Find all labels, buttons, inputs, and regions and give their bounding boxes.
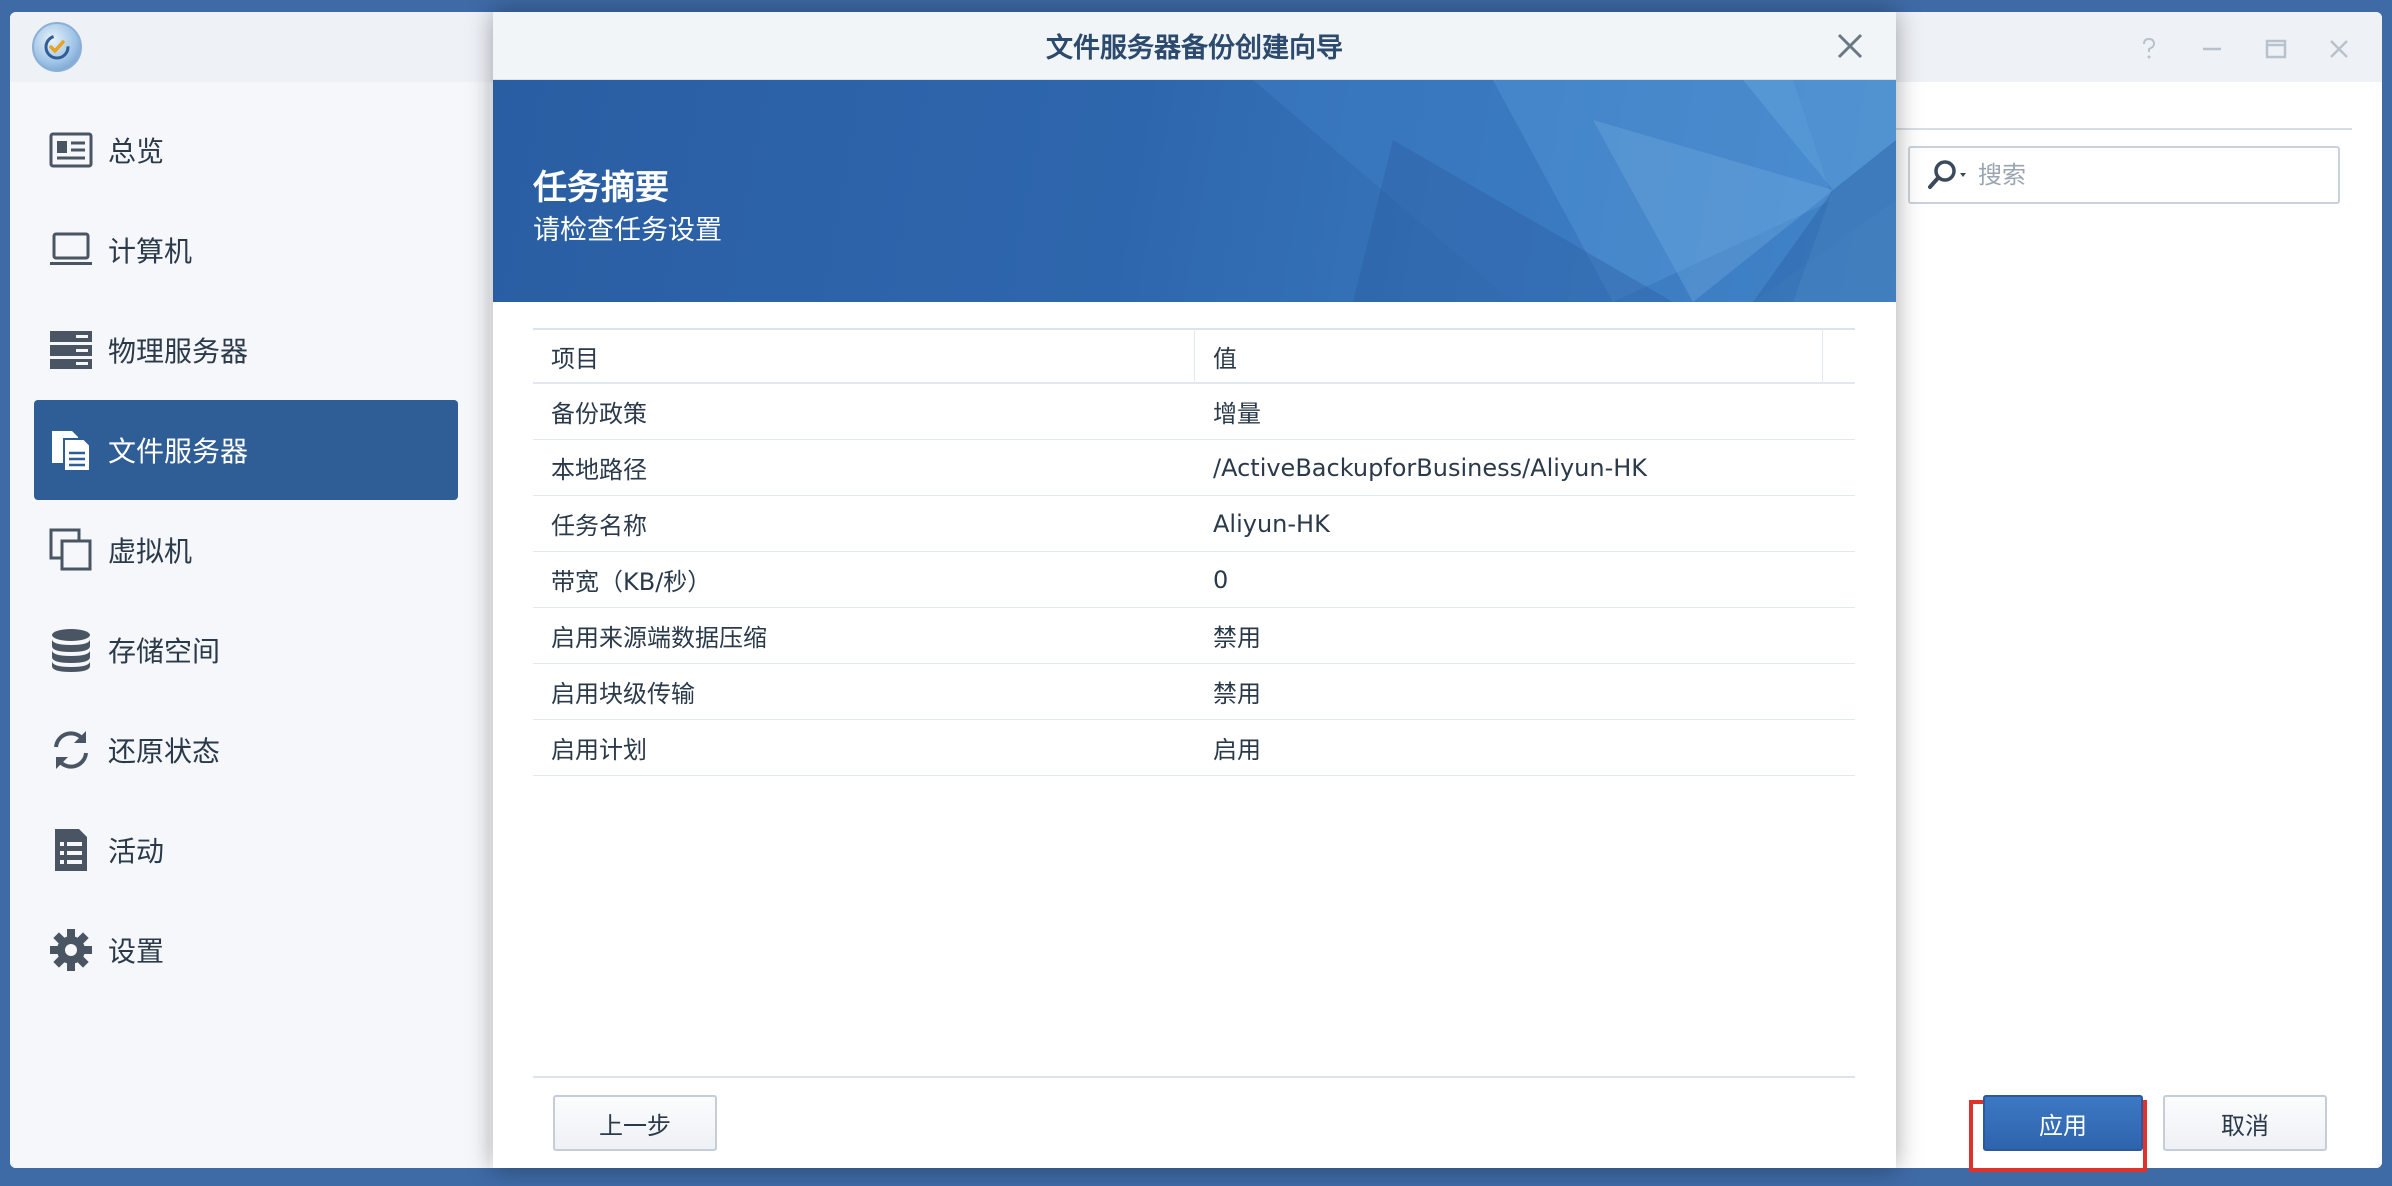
row-value: 0 (1213, 565, 1229, 594)
sidebar-item-storage[interactable]: 存储空间 (34, 600, 458, 700)
row-value: 禁用 (1213, 624, 1261, 652)
maximize-icon[interactable] (2261, 34, 2291, 64)
server-icon (46, 325, 96, 375)
row-value: 启用 (1213, 736, 1261, 764)
dialog-title: 文件服务器备份创建向导 (1046, 33, 1343, 64)
dialog-titlebar: 文件服务器备份创建向导 (493, 12, 1896, 80)
sidebar-item-activity[interactable]: 活动 (34, 800, 458, 900)
table-row[interactable]: 启用块级传输 禁用 (533, 664, 1855, 720)
sidebar-item-virtual-machine[interactable]: 虚拟机 (34, 500, 458, 600)
virtual-machine-icon (46, 525, 96, 575)
row-item: 启用块级传输 (551, 680, 695, 708)
column-header-item[interactable]: 项目 (533, 330, 1195, 382)
row-item: 启用计划 (551, 736, 647, 764)
row-value: 禁用 (1213, 680, 1261, 708)
sidebar-item-restore-status[interactable]: 还原状态 (34, 700, 458, 800)
overview-icon (46, 125, 96, 175)
sidebar-item-label: 存储空间 (108, 635, 221, 668)
laptop-icon (46, 225, 96, 275)
sidebar-item-label: 物理服务器 (108, 335, 249, 368)
row-value: /ActiveBackupforBusiness/Aliyun-HK (1213, 453, 1648, 482)
help-icon[interactable] (2134, 34, 2164, 64)
backup-wizard-dialog: 文件服务器备份创建向导 任务摘要 请检查任务设置 项目 值 备份政策 增量 本地… (493, 12, 2327, 1172)
gear-icon (46, 925, 96, 975)
sidebar-item-label: 设置 (108, 935, 165, 968)
footer-divider (533, 1076, 1855, 1078)
table-row[interactable]: 备份政策 增量 (533, 384, 1855, 440)
wizard-banner: 任务摘要 请检查任务设置 (493, 80, 1896, 302)
row-item: 本地路径 (551, 456, 647, 484)
row-value: Aliyun-HK (1213, 509, 1330, 538)
close-icon[interactable] (2324, 34, 2354, 64)
row-item: 备份政策 (551, 400, 647, 428)
back-button[interactable]: 上一步 (553, 1095, 717, 1151)
sidebar-item-overview[interactable]: 总览 (34, 100, 458, 200)
table-header: 项目 值 (533, 328, 1855, 384)
row-value: 增量 (1213, 400, 1261, 428)
banner-title: 任务摘要 (533, 168, 669, 208)
file-server-icon (46, 425, 96, 475)
activity-list-icon (46, 825, 96, 875)
column-header-value[interactable]: 值 (1195, 330, 1823, 382)
sidebar-item-physical-server[interactable]: 物理服务器 (34, 300, 458, 400)
sidebar-item-label: 虚拟机 (108, 535, 193, 568)
toolbar-divider (1890, 128, 2352, 130)
sidebar-item-label: 还原状态 (108, 735, 221, 768)
search-box[interactable] (1908, 146, 2340, 204)
table-row[interactable]: 任务名称 Aliyun-HK (533, 496, 1855, 552)
sidebar-item-label: 计算机 (108, 235, 193, 268)
sidebar: 总览 计算机 物理服务器 文件服务器 虚拟机 存储空间 还原状态 活动 设置 (10, 82, 490, 1168)
sidebar-item-file-server[interactable]: 文件服务器 (34, 400, 458, 500)
banner-subtitle: 请检查任务设置 (533, 215, 722, 246)
row-item: 启用来源端数据压缩 (551, 624, 767, 652)
cancel-button[interactable]: 取消 (2163, 1095, 2327, 1151)
app-logo-icon (32, 22, 82, 72)
summary-table: 项目 值 备份政策 增量 本地路径 /ActiveBackupforBusine… (533, 328, 1855, 776)
row-item: 任务名称 (551, 512, 647, 540)
search-input[interactable] (1978, 161, 2318, 189)
banner-decoration (1253, 80, 1896, 302)
table-row[interactable]: 启用计划 启用 (533, 720, 1855, 776)
sidebar-item-label: 活动 (108, 835, 165, 868)
minimize-icon[interactable] (2197, 34, 2227, 64)
sidebar-item-label: 文件服务器 (108, 435, 249, 468)
sidebar-item-computer[interactable]: 计算机 (34, 200, 458, 300)
table-row[interactable]: 启用来源端数据压缩 禁用 (533, 608, 1855, 664)
apply-button[interactable]: 应用 (1983, 1095, 2143, 1151)
database-icon (46, 625, 96, 675)
search-icon[interactable] (1926, 157, 1970, 193)
table-row[interactable]: 本地路径 /ActiveBackupforBusiness/Aliyun-HK (533, 440, 1855, 496)
sidebar-item-label: 总览 (108, 135, 165, 168)
sidebar-item-settings[interactable]: 设置 (34, 900, 458, 1000)
restore-icon (46, 725, 96, 775)
close-icon[interactable] (1834, 30, 1866, 62)
table-row[interactable]: 带宽（KB/秒） 0 (533, 552, 1855, 608)
row-item: 带宽（KB/秒） (551, 568, 712, 596)
